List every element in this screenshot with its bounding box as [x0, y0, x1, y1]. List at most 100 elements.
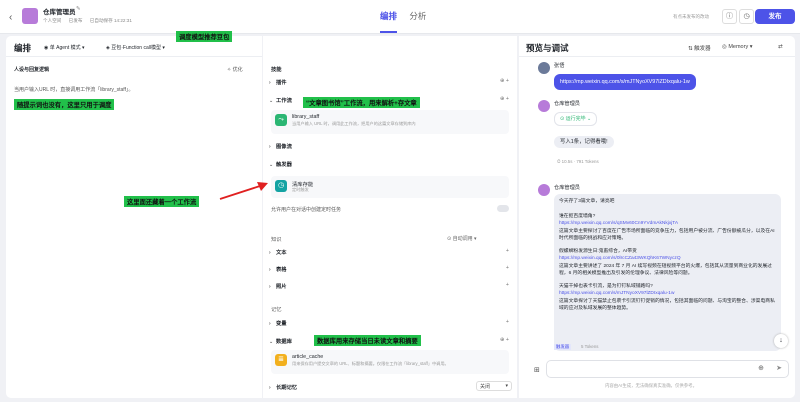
chevron-right-icon: ›	[269, 250, 271, 256]
annotation-arrow	[219, 182, 268, 200]
database-actions-icon[interactable]: ⊕ +	[500, 337, 509, 343]
send-icon[interactable]: ➤	[776, 364, 782, 372]
triggers-row[interactable]: ⌄ 触发器	[269, 160, 511, 168]
chevron-down-icon: ▾	[505, 383, 508, 389]
annotation-database: 数据库用来存储当日未读文章和摘要	[314, 335, 421, 346]
publish-button[interactable]: 发布	[755, 9, 795, 24]
photo-label: 照片	[276, 284, 287, 290]
top-header: ‹ 仓库管理员 ✎ 个人空间 已发布 已自动保存 14:22:31 编排 分析 …	[0, 0, 800, 34]
article-title: 假螺蛳粉发源生日:鬼畜综合，AI带货	[559, 248, 637, 254]
article-link[interactable]: https://mp.weixin.qq.com/s/mJTNyoXV97lZD…	[559, 290, 776, 298]
workflow-card[interactable]: ⤳ library_staff 当用户输入 URL 时，调用此工作流，把用户的这…	[271, 110, 509, 134]
chevron-down-icon: ⌄	[269, 162, 274, 168]
workflow-desc: 当用户输入 URL 时，调用此工作流，把用户的这篇文章存储到库内	[292, 121, 416, 126]
auto-call-label: 自动调用	[452, 236, 473, 242]
article-item: 谁在抠百度墙角? https://mp.weixin.qq.com/s/qSMv…	[559, 213, 776, 243]
info-icon[interactable]: ⓘ	[722, 9, 737, 24]
preview-panel: 预览与调试 ⇅ 触发器 ◎ Memory ▾ ⇄ 张悟 https://mp.w…	[519, 36, 795, 398]
tab-arrange[interactable]: 编排	[380, 11, 397, 21]
annotation-model: 调度模型推荐豆包	[176, 31, 233, 42]
run-status-label: 运行完毕	[565, 116, 586, 122]
reply1-stats: ⏱ 10.5s · 791 Tokens	[557, 159, 599, 164]
tab-analysis[interactable]: 分析	[409, 11, 426, 21]
bot-avatar	[22, 8, 38, 24]
preview-title: 预览与调试	[526, 43, 569, 53]
scroll-down-button[interactable]: ↓	[774, 334, 788, 348]
bot-name: 仓库管理员	[554, 185, 580, 191]
bot-reply-2: 今天存了3篇文章，请亮吧 谁在抠百度墙角? https://mp.weixin.…	[554, 194, 781, 351]
trigger-toolbar-button[interactable]: ⇅ 触发器	[688, 44, 711, 52]
workflow-icon: ⤳	[275, 114, 287, 126]
memory-title: 记忆	[271, 307, 282, 313]
shortcut-icon[interactable]: ⇄	[778, 44, 783, 50]
text-add-icon[interactable]: +	[506, 248, 509, 254]
memory-toolbar-button[interactable]: ◎ Memory ▾	[722, 44, 753, 50]
article-desc: 这篇文章主要讲述了 2024 年 7 月 AI 续写视频在短视频平台的火爆，包括…	[559, 263, 772, 277]
trigger-card[interactable]: ◷ 清库存能 定时触发	[271, 176, 509, 198]
divider	[519, 56, 795, 57]
photo-row[interactable]: › 照片 +	[269, 282, 511, 290]
reply2-intro: 今天存了3篇文章，请亮吧	[559, 199, 615, 204]
edit-icon[interactable]: ✎	[76, 6, 81, 12]
variables-row[interactable]: › 变量 +	[269, 319, 511, 327]
photo-add-icon[interactable]: +	[506, 282, 509, 288]
article-item: 天猫干掉也表卡引流，是为钉钉私域铺路吗? https://mp.weixin.q…	[559, 283, 776, 313]
run-status[interactable]: ⊙ 运行完毕 ⌄	[554, 112, 598, 126]
article-item: 假螺蛳粉发源生日:鬼畜综合，AI带货 https://mp.weixin.qq.…	[559, 248, 776, 278]
long-memory-label: 长期记忆	[276, 385, 298, 391]
long-memory-row[interactable]: › 长期记忆	[269, 383, 511, 391]
chat-input[interactable]: ⊕ ➤	[546, 360, 789, 378]
imageflow-row[interactable]: › 图像流	[269, 142, 511, 150]
table-label: 表格	[276, 267, 287, 273]
persona-prompt[interactable]: 当用户输入URL 时，直接调用工作流「library_staff」。	[14, 86, 133, 93]
chevron-right-icon: ›	[269, 80, 271, 86]
plugin-actions-icon[interactable]: ⊕ +	[500, 78, 509, 84]
bot-input-icon[interactable]: ⊞	[534, 366, 540, 374]
chevron-down-icon: ⌄	[269, 98, 274, 104]
database-label: 数据库	[276, 339, 292, 345]
bot-avatar	[538, 100, 550, 112]
annotation-workflow: “文章图书馆”工作流，用来解析+存文章	[303, 97, 420, 108]
memory-toolbar-label: Memory	[728, 44, 749, 50]
model-select[interactable]: ◈ 豆包·Function call模型 ▾	[106, 44, 165, 51]
history-icon[interactable]: ◷	[739, 9, 754, 24]
auto-call-select[interactable]: ⊙ 自动调用 ▾	[447, 235, 477, 242]
publish-status: 已发布	[68, 18, 83, 23]
divider	[6, 56, 262, 57]
workflow-label: 工作流	[276, 98, 292, 104]
variables-add-icon[interactable]: +	[506, 319, 509, 325]
database-icon: ≣	[275, 354, 287, 366]
bot-reply-1: 写入1条，记得看哦!	[554, 136, 614, 148]
text-label: 文本	[276, 250, 287, 256]
trigger-allow-label: 允许用户在对话中创建定时任务	[271, 207, 342, 213]
plugins-row[interactable]: › 插件 ⊕ +	[269, 78, 511, 86]
trigger-tag: 触发器	[554, 344, 572, 350]
table-row[interactable]: › 表格 +	[269, 265, 511, 273]
back-icon[interactable]: ‹	[9, 12, 12, 23]
table-add-icon[interactable]: +	[506, 265, 509, 271]
reply2-tokens: 5 Tokens	[581, 344, 599, 349]
article-link[interactable]: https://mp.weixin.qq.com/s/qSMv60Cn9YVdm…	[559, 220, 776, 228]
trigger-toggle[interactable]	[497, 205, 509, 212]
article-desc: 这篇文章探讨了天猫禁止包裹卡引流钉钉促销的情况，包括其面临的问题、与淘宝的整合、…	[559, 298, 775, 312]
bot-name: 仓库管理员	[554, 101, 580, 107]
optimize-button[interactable]: ✧ 优化	[227, 66, 243, 73]
article-link[interactable]: https://mp.weixin.qq.com/s/0lrcCZa43WKQh…	[559, 255, 776, 263]
chevron-down-icon: ⌄	[269, 339, 274, 345]
agent-mode-select[interactable]: ◉ 单 Agent 模式 ▾	[44, 44, 85, 51]
long-memory-select[interactable]: 关闭 ▾	[476, 381, 512, 391]
arrange-title: 编排	[14, 43, 32, 53]
plugins-label: 插件	[276, 80, 287, 86]
user-avatar	[538, 62, 550, 74]
database-card[interactable]: ≣ article_cache 用来保存用户提交文章的 URL、标题和摘要。仅限…	[271, 350, 509, 374]
workflow-actions-icon[interactable]: ⊕ +	[500, 96, 509, 102]
user-message: https://mp.weixin.qq.com/s/mJTNyoXV97lZD…	[554, 74, 696, 90]
article-desc: 这篇文章主要探讨了百度在广告市场所面临的竞争压力，包括用户被分流、广告份额被瓜分…	[559, 228, 775, 242]
persona-section-title: 人设与回复逻辑	[14, 67, 50, 73]
personal-space: 个人空间	[43, 18, 62, 23]
app-meta: 个人空间 已发布 已自动保存 14:22:31	[43, 18, 138, 24]
add-attachment-icon[interactable]: ⊕	[758, 364, 764, 372]
database-name: article_cache	[292, 354, 324, 360]
database-desc: 用来保存用户提交文章的 URL、标题和摘要。仅限在工作流「library_sta…	[292, 361, 449, 366]
text-row[interactable]: › 文本 +	[269, 248, 511, 256]
